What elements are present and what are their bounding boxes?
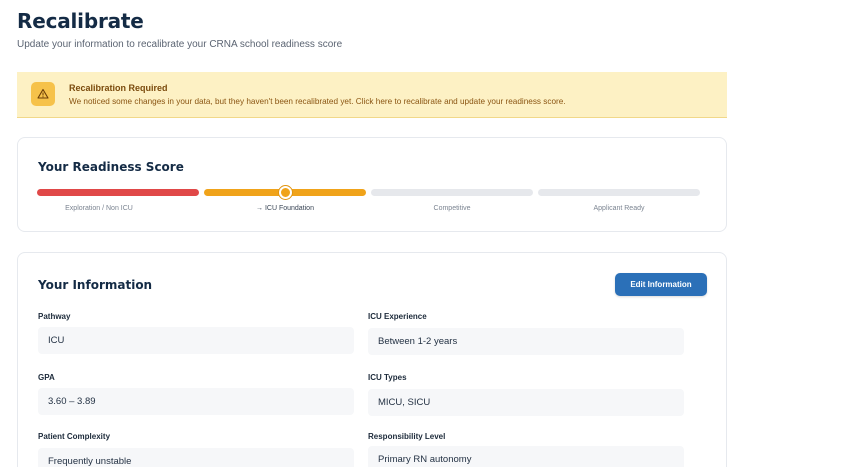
pathway-field[interactable]: ICU bbox=[38, 327, 354, 354]
page-subtitle: Update your information to recalibrate y… bbox=[17, 39, 343, 50]
patient-complexity-field[interactable]: Frequently unstable bbox=[38, 448, 354, 467]
gpa-field[interactable]: 3.60 – 3.89 bbox=[38, 388, 354, 415]
readiness-segment-applicant-ready bbox=[538, 189, 700, 196]
your-information-title: Your Information bbox=[38, 278, 153, 292]
icu-types-field[interactable]: MICU, SICU bbox=[368, 389, 684, 416]
readiness-score-title: Your Readiness Score bbox=[38, 160, 184, 174]
responsibility-level-label: Responsibility Level bbox=[368, 432, 446, 441]
edit-information-button[interactable]: Edit Information bbox=[615, 273, 707, 296]
segment-label-current: → ICU Foundation bbox=[256, 205, 314, 212]
segment-label: Applicant Ready bbox=[593, 205, 645, 212]
readiness-indicator bbox=[279, 186, 292, 199]
segment-label: Exploration / Non ICU bbox=[65, 205, 133, 212]
icu-types-label: ICU Types bbox=[368, 373, 407, 382]
recalibration-alert[interactable]: Recalibration Required We noticed some c… bbox=[17, 72, 727, 118]
warning-icon bbox=[31, 82, 55, 106]
segment-label: Competitive bbox=[433, 205, 471, 212]
your-information-card: Your Information Edit Information Pathwa… bbox=[17, 252, 727, 467]
readiness-segment-competitive bbox=[371, 189, 533, 196]
gpa-label: GPA bbox=[38, 373, 55, 382]
icu-experience-field[interactable]: Between 1-2 years bbox=[368, 328, 684, 355]
recalibrate-link[interactable]: We noticed some changes in your data, bu… bbox=[69, 97, 566, 106]
page-title: Recalibrate bbox=[17, 9, 144, 33]
readiness-segment-exploration bbox=[37, 189, 199, 196]
icu-experience-label: ICU Experience bbox=[368, 312, 427, 321]
alert-title: Recalibration Required bbox=[69, 83, 168, 93]
pathway-label: Pathway bbox=[38, 312, 71, 321]
responsibility-level-field[interactable]: Primary RN autonomy bbox=[368, 446, 684, 467]
readiness-score-card: Your Readiness Score Exploration / Non I… bbox=[17, 137, 727, 232]
patient-complexity-label: Patient Complexity bbox=[38, 432, 111, 441]
